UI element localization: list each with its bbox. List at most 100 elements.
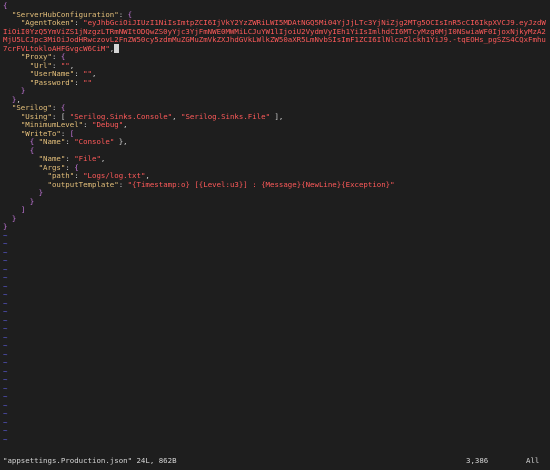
editor-buffer[interactable]: { "ServerHubConfiguration": { "AgentToke… [3, 2, 547, 450]
code-line[interactable]: ] [3, 206, 547, 215]
code-token-string: "" [83, 70, 93, 78]
empty-line-marker: ~ [3, 349, 8, 359]
code-token-punctuation: : [118, 180, 128, 189]
empty-line-marker: ~ [3, 383, 8, 393]
empty-line-marker: ~ [3, 434, 8, 444]
code-line[interactable]: "path": "Logs/log.txt", [3, 172, 547, 181]
code-token-brace: [ [69, 129, 75, 138]
status-file-info: "appsettings.Production.json" 24L, 862B [3, 456, 177, 465]
code-token-punctuation: , [69, 61, 75, 70]
code-token-key: "Proxy" [20, 53, 52, 61]
code-line[interactable]: "AgentToken": "eyJhbGciOiJIUzI1NiIsImtpZ… [3, 18, 547, 53]
code-token-key: "Args" [38, 163, 66, 172]
code-token-key: "outputTemplate" [47, 180, 119, 189]
code-token-key: "Using" [20, 112, 52, 121]
code-line[interactable]: { [3, 147, 547, 156]
code-token-brace: } [20, 87, 26, 95]
code-token-brace: { [29, 146, 35, 155]
empty-line-marker: ~ [3, 315, 8, 325]
code-token-punctuation: : [ [51, 112, 70, 121]
code-token-punctuation: : [65, 155, 75, 163]
code-line[interactable]: "Url": "", [3, 62, 547, 71]
empty-line-marker: ~ [3, 366, 8, 376]
code-token-brace: { [29, 138, 39, 146]
code-token-brace: } [3, 223, 8, 231]
code-line[interactable]: "outputTemplate": "{Timestamp:o} [{Level… [3, 181, 547, 190]
empty-line-marker: ~ [3, 273, 8, 282]
code-line[interactable]: "Name": "File", [3, 155, 547, 164]
code-token-punctuation: : [74, 172, 84, 180]
code-token-brace: { [60, 53, 66, 61]
code-line[interactable]: "UserName": "", [3, 70, 547, 79]
empty-line-marker: ~ [3, 417, 8, 427]
code-token-brace: { [74, 163, 79, 172]
code-line[interactable]: "Proxy": { [3, 53, 547, 62]
code-token-punctuation: : [83, 121, 93, 129]
code-token-string: "Serilog.Sinks.File" [181, 112, 271, 121]
code-token-punctuation: }, [114, 138, 128, 146]
code-token-punctuation: : [65, 138, 75, 146]
code-token-string: "Debug" [92, 121, 124, 129]
code-line[interactable]: } [3, 215, 547, 224]
code-token-punctuation: : [51, 53, 61, 61]
empty-line-marker: ~ [3, 324, 8, 333]
code-token-string: "eyJhbGciOiJIUzI1NiIsImtpZCI6IjVkY2YzZWR… [3, 18, 546, 53]
code-token-string: "{Timestamp:o} [{Level:u3}] : {Message}{… [127, 180, 395, 189]
status-cursor-position: 3,386 [466, 456, 489, 465]
code-line[interactable]: "Using": [ "Serilog.Sinks.Console", "Ser… [3, 113, 547, 122]
code-line[interactable]: "Args": { [3, 164, 547, 173]
empty-line-marker: ~ [3, 290, 8, 299]
code-token-punctuation: ], [270, 112, 284, 121]
code-token-punctuation: : [74, 78, 84, 87]
empty-line-marker: ~ [3, 358, 8, 367]
code-line[interactable]: "Serilog": { [3, 104, 547, 113]
code-line[interactable]: } [3, 87, 547, 96]
empty-line-marker: ~ [3, 239, 8, 248]
code-line[interactable]: "Password": "" [3, 79, 547, 88]
empty-line-marker: ~ [3, 230, 8, 240]
code-token-string: "Serilog.Sinks.Console" [69, 112, 173, 121]
code-token-punctuation: , [172, 112, 182, 121]
empty-line-marker: ~ [3, 281, 8, 291]
status-bar: "appsettings.Production.json" 24L, 862B … [0, 456, 550, 466]
code-token-brace: { [60, 104, 66, 112]
code-line[interactable]: } [3, 189, 547, 198]
code-line[interactable]: } [3, 223, 547, 232]
code-token-brace: } [11, 214, 17, 223]
code-token-key: "path" [47, 172, 75, 180]
text-cursor [114, 43, 119, 53]
code-token-string: "Logs/log.txt" [83, 172, 146, 180]
code-token-punctuation: , [123, 121, 128, 129]
status-scroll-position: All [526, 456, 540, 465]
empty-line-marker: ~ [3, 409, 8, 418]
code-line[interactable]: } [3, 198, 547, 207]
empty-line-marker: ~ [3, 256, 8, 265]
code-line[interactable]: "WriteTo": [ [3, 130, 547, 139]
code-line[interactable]: "MinimumLevel": "Debug", [3, 121, 547, 130]
empty-line-marker: ~ [3, 375, 8, 384]
code-line[interactable]: }, [3, 96, 547, 105]
empty-line-marker: ~ [3, 426, 8, 435]
code-line[interactable]: { "Name": "Console" }, [3, 138, 547, 147]
code-token-key: "Serilog" [11, 104, 52, 112]
code-token-key: "MinimumLevel" [20, 121, 84, 129]
empty-line-marker: ~ [3, 264, 8, 274]
code-line[interactable]: { [3, 2, 547, 11]
code-token-punctuation: : [51, 61, 61, 70]
empty-line-marker: ~ [3, 247, 8, 257]
